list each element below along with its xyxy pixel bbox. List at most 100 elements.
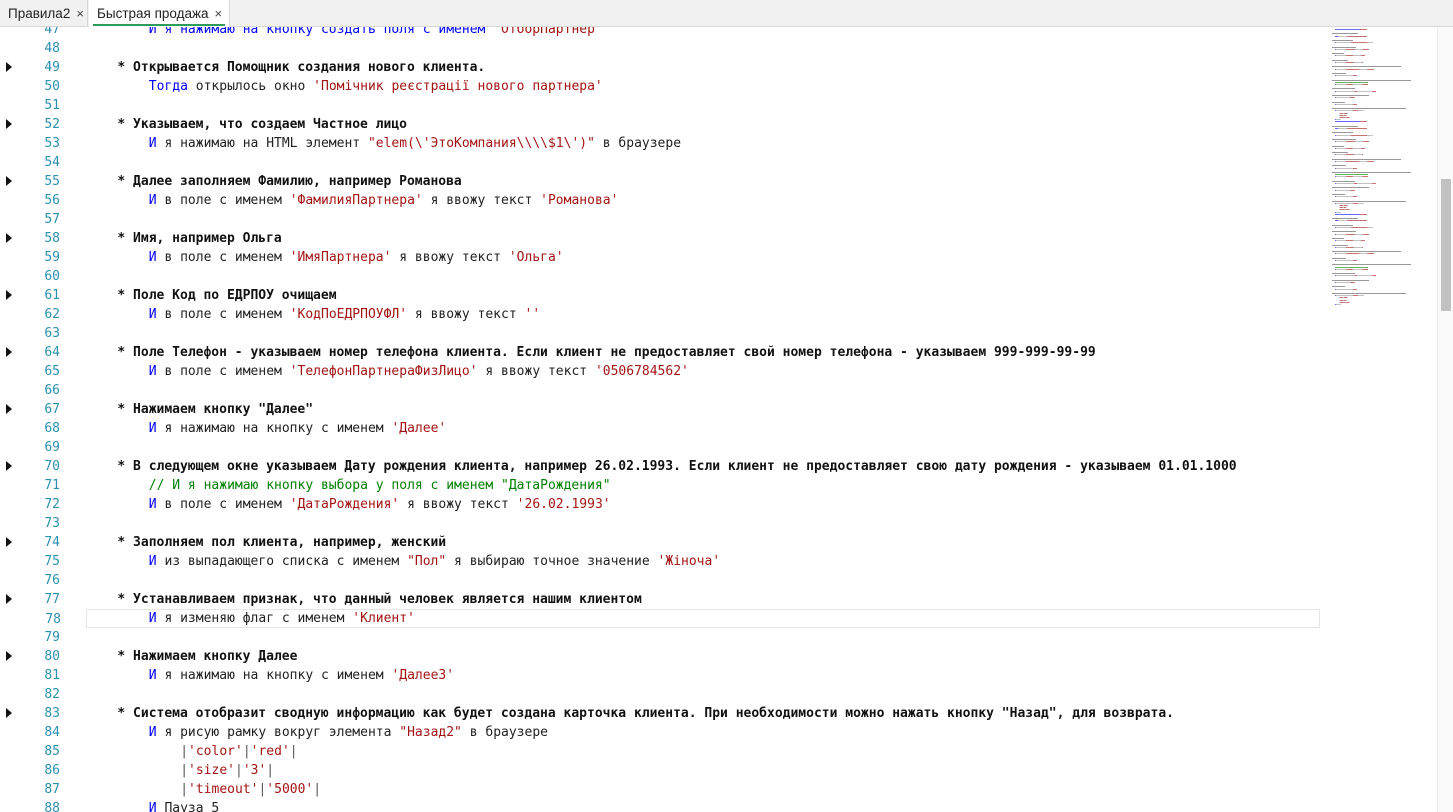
minimap-stroke bbox=[1361, 84, 1369, 85]
code-line[interactable]: 69 bbox=[0, 438, 1320, 457]
scrollbar-thumb[interactable] bbox=[1441, 179, 1451, 311]
line-number: 60 bbox=[44, 269, 60, 284]
minimap-stroke bbox=[1332, 172, 1411, 173]
minimap-stroke bbox=[1332, 95, 1370, 96]
fold-triangle-icon[interactable] bbox=[6, 176, 12, 186]
line-number: 61 bbox=[44, 288, 60, 303]
code-line[interactable]: 80 * Нажимаем кнопку Далее bbox=[0, 647, 1320, 666]
fold-triangle-icon[interactable] bbox=[6, 119, 12, 129]
code-line[interactable]: 62 И в поле с именем 'КодПоЕДРПОУФЛ' я вв… bbox=[0, 305, 1320, 324]
tab-bystraya-prodazha[interactable]: Быстрая продажа × bbox=[89, 0, 230, 27]
fold-triangle-icon[interactable] bbox=[6, 404, 12, 414]
code-line[interactable]: 73 bbox=[0, 514, 1320, 533]
code-line[interactable]: 65 И в поле с именем 'ТелефонПартнераФизЛ… bbox=[0, 362, 1320, 381]
code-line[interactable]: 66 bbox=[0, 381, 1320, 400]
code-token: 'КодПоЕДРПОУФЛ' bbox=[289, 307, 408, 322]
code-line[interactable]: 71 // И я нажимаю кнопку выбора у поля с … bbox=[0, 476, 1320, 495]
vertical-scrollbar[interactable] bbox=[1437, 27, 1453, 812]
code-line[interactable]: 53 И я нажимаю на HTML элемент "elem(\'Эт… bbox=[0, 134, 1320, 153]
fold-triangle-icon[interactable] bbox=[6, 708, 12, 718]
code-line[interactable]: 67 * Нажимаем кнопку "Далее" bbox=[0, 400, 1320, 419]
minimap-stroke bbox=[1335, 121, 1360, 123]
code-token: 'ТелефонПартнераФизЛицо' bbox=[289, 364, 478, 379]
fold-triangle-icon[interactable] bbox=[6, 537, 12, 547]
minimap-stroke bbox=[1335, 81, 1368, 83]
minimap-stroke bbox=[1367, 42, 1374, 44]
minimap-stroke bbox=[1336, 141, 1346, 143]
minimap-stroke bbox=[1336, 84, 1346, 85]
line-number: 70 bbox=[44, 459, 60, 474]
code-line[interactable]: 52 * Указываем, что создаем Частное лицо bbox=[0, 115, 1320, 134]
close-icon[interactable]: × bbox=[215, 7, 223, 20]
minimap-stroke bbox=[1336, 268, 1346, 270]
line-number: 83 bbox=[44, 706, 60, 721]
tab-pravila2[interactable]: Правила2 × bbox=[0, 0, 88, 27]
fold-triangle-icon[interactable] bbox=[6, 290, 12, 300]
code-line[interactable]: 83 * Система отобразит сводную информацию… bbox=[0, 704, 1320, 723]
code-line[interactable]: 68 И я нажимаю на кнопку с именем 'Далее' bbox=[0, 419, 1320, 438]
code-line[interactable]: 60 bbox=[0, 267, 1320, 286]
code-line[interactable]: 85 |'color'|'red'| bbox=[0, 742, 1320, 761]
code-token: из выпадающего списка с именем bbox=[156, 554, 408, 569]
minimap-stroke bbox=[1335, 213, 1360, 215]
code-line[interactable]: 74 * Заполняем пол клиента, например, жен… bbox=[0, 533, 1320, 552]
minimap-stroke bbox=[1345, 84, 1354, 85]
code-line[interactable]: 61 * Поле Код по ЕДРПОУ очищаем bbox=[0, 286, 1320, 305]
code-line[interactable]: 75 И из выпадающего списка с именем "Пол"… bbox=[0, 552, 1320, 571]
code-line[interactable]: 87 |'timeout'|'5000'| bbox=[0, 780, 1320, 799]
minimap-stroke bbox=[1332, 59, 1348, 61]
line-number: 72 bbox=[44, 497, 60, 512]
minimap-stroke bbox=[1352, 147, 1362, 149]
minimap-stroke bbox=[1336, 110, 1354, 112]
code-line[interactable]: 58 * Имя, например Ольга bbox=[0, 229, 1320, 248]
code-line[interactable]: 56 И в поле с именем 'ФамилияПартнера' я … bbox=[0, 191, 1320, 210]
minimap-stroke bbox=[1350, 189, 1355, 191]
minimap-stroke bbox=[1345, 147, 1353, 149]
minimap-stroke bbox=[1363, 141, 1369, 143]
code-line[interactable]: 76 bbox=[0, 571, 1320, 590]
code-line[interactable]: 64 * Поле Телефон - указываем номер телеф… bbox=[0, 343, 1320, 362]
code-line[interactable]: 50 Тогда открылось окно 'Помічник реєстра… bbox=[0, 77, 1320, 96]
code-line[interactable]: 84 И я рисую рамку вокруг элемента "Назад… bbox=[0, 723, 1320, 742]
code-line[interactable]: 51 bbox=[0, 96, 1320, 115]
minimap-stroke bbox=[1336, 240, 1346, 242]
code-line[interactable]: 54 bbox=[0, 153, 1320, 172]
code-line[interactable]: 81 И я нажимаю на кнопку с именем 'Далее3… bbox=[0, 666, 1320, 685]
minimap[interactable] bbox=[1325, 27, 1435, 517]
line-number: 68 bbox=[44, 421, 60, 436]
code-text: Тогда открылось окно 'Помічник реєстраці… bbox=[86, 77, 603, 96]
code-line[interactable]: 59 И в поле с именем 'ИмяПартнера' я ввож… bbox=[0, 248, 1320, 267]
fold-triangle-icon[interactable] bbox=[6, 347, 12, 357]
line-number: 49 bbox=[44, 60, 60, 75]
minimap-stroke bbox=[1363, 233, 1369, 235]
code-token: 'timeout' bbox=[188, 782, 259, 797]
code-text: * Устанавливаем признак, что данный чело… bbox=[86, 590, 641, 609]
code-line[interactable]: 70 * В следующем окне указываем Дату рожд… bbox=[0, 457, 1320, 476]
code-line[interactable]: 47 И я нажимаю на кнопку создать поля с и… bbox=[0, 27, 1320, 39]
code-line[interactable]: 48 bbox=[0, 39, 1320, 58]
fold-triangle-icon[interactable] bbox=[6, 461, 12, 471]
code-line[interactable]: 82 bbox=[0, 685, 1320, 704]
minimap-stroke bbox=[1332, 200, 1407, 202]
code-line[interactable]: 79 bbox=[0, 628, 1320, 647]
fold-triangle-icon[interactable] bbox=[6, 651, 12, 661]
close-icon[interactable]: × bbox=[76, 7, 84, 20]
minimap-stroke bbox=[1336, 90, 1354, 92]
code-line[interactable]: 49 * Открывается Помощник создания нового… bbox=[0, 58, 1320, 77]
line-number: 65 bbox=[44, 364, 60, 379]
code-line[interactable]: 78 И я изменяю флаг с именем 'Клиент' bbox=[45, 609, 1320, 628]
line-number: 52 bbox=[44, 117, 60, 132]
code-line[interactable]: 86 |'size'|'3'| bbox=[0, 761, 1320, 780]
fold-triangle-icon[interactable] bbox=[6, 62, 12, 72]
fold-triangle-icon[interactable] bbox=[6, 233, 12, 243]
code-token: 'red' bbox=[250, 744, 290, 759]
code-token: * Указываем, что создаем Частное лицо bbox=[117, 117, 407, 132]
fold-triangle-icon[interactable] bbox=[6, 594, 12, 604]
code-line[interactable]: 55 * Далее заполняем Фамилию, например Ро… bbox=[0, 172, 1320, 191]
code-line[interactable]: 63 bbox=[0, 324, 1320, 343]
code-editor[interactable]: 47 И я нажимаю на кнопку создать поля с и… bbox=[0, 27, 1453, 812]
code-line[interactable]: 57 bbox=[0, 210, 1320, 229]
code-line[interactable]: 72 И в поле с именем 'ДатаРождения' я вво… bbox=[0, 495, 1320, 514]
code-line[interactable]: 88 И Пауза 5 bbox=[0, 799, 1320, 812]
code-line[interactable]: 77 * Устанавливаем признак, что данный че… bbox=[0, 590, 1320, 609]
